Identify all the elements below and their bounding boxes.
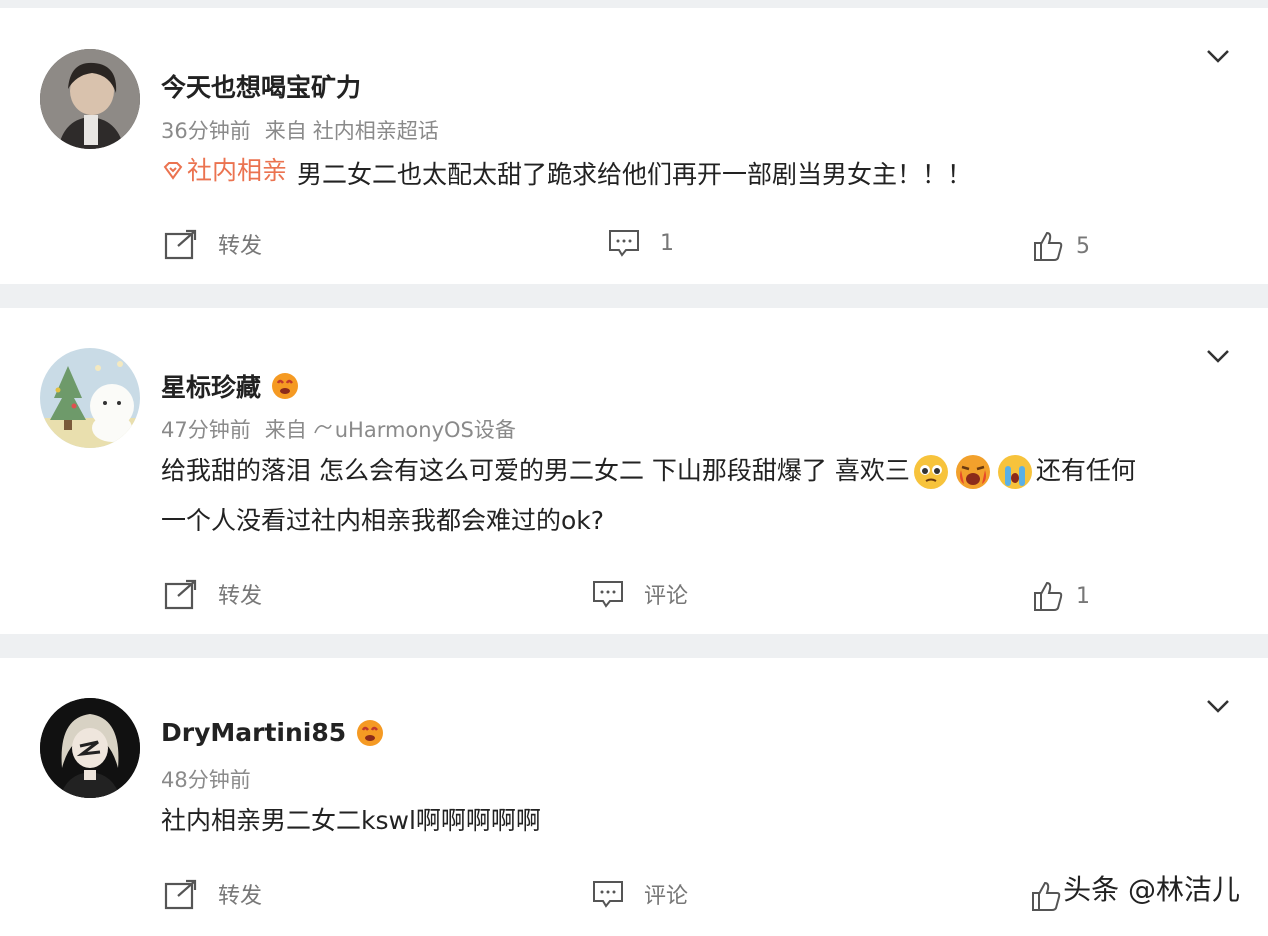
topic-link[interactable]: 社内相亲 — [161, 146, 287, 196]
crying-loud-emoji-icon — [955, 454, 991, 490]
like-count: 5 — [1076, 233, 1090, 259]
post-text: 社内相亲男二女二kswl啊啊啊啊啊 — [161, 806, 541, 835]
thumbs-up-icon — [1032, 881, 1061, 911]
watermark: 头条 @林洁儿 — [1063, 873, 1240, 906]
repost-label: 转发 — [218, 234, 263, 259]
post-meta: 48分钟前 — [161, 764, 265, 794]
repost-button[interactable]: 转发 — [164, 578, 262, 610]
username-row: 星标珍藏 — [161, 368, 299, 404]
like-button[interactable]: 5 — [1032, 230, 1090, 262]
username[interactable]: 今天也想喝宝矿力 — [161, 68, 361, 104]
chevron-down-icon[interactable] — [1204, 695, 1232, 717]
repost-label: 转发 — [218, 584, 263, 609]
username-row: DryMartini85 — [161, 718, 384, 747]
post-text: 给我甜的落泪 怎么会有这么可爱的男二女二 下山那段甜爆了 喜欢三 还有任何 一个人… — [161, 446, 1242, 546]
post-text: 社内相亲 男二女二也太配太甜了跪求给他们再开一部剧当男女主！！！ — [161, 146, 1242, 200]
comment-icon — [609, 230, 639, 257]
vip-badge-icon[interactable] — [356, 719, 384, 747]
username[interactable]: 星标珍藏 — [161, 368, 261, 404]
avatar[interactable] — [40, 49, 140, 149]
comment-count: 1 — [660, 230, 674, 256]
thumbs-up-icon — [1034, 231, 1063, 261]
comment-button[interactable]: 1 — [608, 228, 674, 258]
repost-button[interactable]: 转发 — [164, 878, 262, 910]
like-button[interactable]: 1 — [1032, 580, 1090, 612]
repost-button[interactable]: 转发 — [164, 228, 262, 260]
diamond-icon — [163, 162, 183, 180]
post-time: 36分钟前 — [161, 119, 251, 143]
avatar[interactable] — [40, 348, 140, 448]
comment-card-1: 今天也想喝宝矿力 36分钟前 来自 社内相亲超话 社内相亲 男二女二也太配太甜了跪求… — [0, 8, 1268, 284]
like-count: 1 — [1076, 583, 1090, 609]
post-source[interactable]: uHarmonyOS设备 — [335, 414, 516, 444]
repost-icon — [164, 229, 197, 260]
comment-button[interactable]: 评论 — [592, 878, 688, 910]
username[interactable]: DryMartini85 — [161, 718, 346, 747]
from-label: 来自 — [264, 418, 307, 442]
repost-icon — [164, 579, 197, 610]
post-time: 47分钟前 — [161, 418, 251, 442]
chevron-down-icon[interactable] — [1204, 45, 1232, 67]
comment-label: 评论 — [644, 584, 689, 609]
post-source[interactable]: 社内相亲超话 — [313, 119, 439, 143]
comment-icon — [593, 581, 623, 608]
post-text-line1-end: 还有任何 — [1035, 456, 1136, 485]
post-meta: 47分钟前 来自 uHarmonyOS设备 — [161, 414, 530, 444]
repost-icon — [164, 879, 197, 910]
device-icon — [313, 424, 332, 434]
avatar[interactable] — [40, 698, 140, 798]
post-time: 48分钟前 — [161, 768, 251, 792]
vip-badge-icon[interactable] — [271, 372, 299, 400]
topic-label: 社内相亲 — [187, 156, 288, 185]
post-text-line2: 一个人没看过社内相亲我都会难过的ok? — [161, 506, 605, 535]
tears-emoji-icon — [997, 454, 1033, 490]
comment-button[interactable]: 评论 — [592, 578, 688, 610]
comment-icon — [593, 881, 623, 908]
post-text-content: 男二女二也太配太甜了跪求给他们再开一部剧当男女主！！！ — [297, 160, 973, 189]
post-meta: 36分钟前 来自 社内相亲超话 — [161, 115, 453, 145]
repost-label: 转发 — [218, 884, 263, 909]
chevron-down-icon[interactable] — [1204, 345, 1232, 367]
post-text-line1: 给我甜的落泪 怎么会有这么可爱的男二女二 下山那段甜爆了 喜欢三 — [161, 456, 910, 485]
thumbs-up-icon — [1034, 581, 1063, 611]
comment-card-2: 星标珍藏 47分钟前 来自 uHarmonyOS设备 给我甜的落泪 怎么会有这么… — [0, 308, 1268, 634]
from-label: 来自 — [264, 119, 307, 143]
pleading-face-emoji-icon — [913, 454, 949, 490]
comment-label: 评论 — [644, 884, 689, 909]
